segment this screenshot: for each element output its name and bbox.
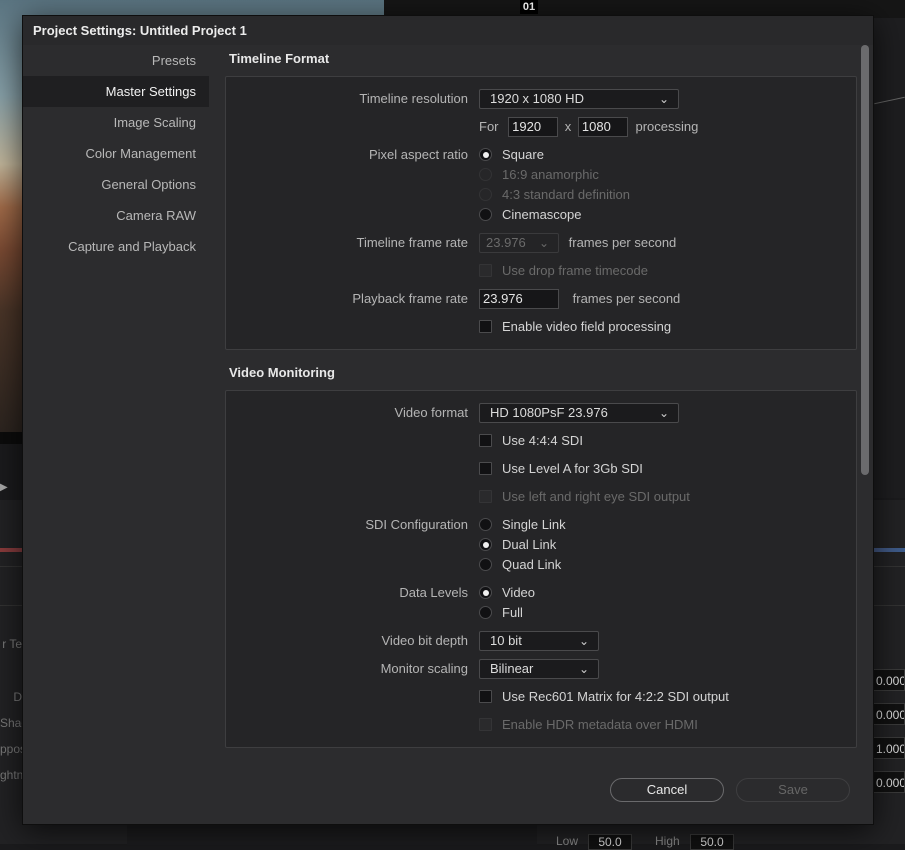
timeline-resolution-label: Timeline resolution bbox=[359, 91, 468, 106]
video-format-label: Video format bbox=[394, 405, 468, 420]
left-label: r Te bbox=[2, 637, 22, 651]
cancel-button[interactable]: Cancel bbox=[610, 778, 724, 802]
x-label: x bbox=[564, 119, 572, 134]
checkbox-icon bbox=[479, 264, 492, 278]
fps-label: frames per second bbox=[568, 235, 677, 250]
left-label: D bbox=[13, 690, 22, 704]
low-label: Low bbox=[556, 834, 579, 848]
sdi-single-link[interactable]: Single Link bbox=[479, 515, 566, 535]
bit-depth-label: Video bit depth bbox=[381, 633, 469, 648]
checkbox-icon[interactable] bbox=[479, 434, 492, 448]
checkbox-icon[interactable] bbox=[479, 462, 492, 476]
use444-checkbox[interactable]: Use 4:4:4 SDI bbox=[479, 431, 583, 451]
left-label: ghtn bbox=[0, 768, 22, 782]
radio-icon[interactable] bbox=[479, 208, 492, 222]
left-label: Shad bbox=[0, 716, 22, 730]
timecode-badge: 01 bbox=[520, 0, 538, 14]
radio-icon[interactable] bbox=[479, 558, 492, 572]
timeline-frame-rate-label: Timeline frame rate bbox=[356, 235, 469, 250]
chevron-down-icon: ⌄ bbox=[578, 662, 589, 676]
play-arrow-icon[interactable]: ▶ bbox=[0, 482, 8, 493]
sidebar-item-capture-playback[interactable]: Capture and Playback bbox=[23, 231, 209, 262]
section-title-timeline-format: Timeline Format bbox=[229, 51, 330, 66]
drop-frame-checkbox: Use drop frame timecode bbox=[479, 261, 648, 281]
checkbox-icon[interactable] bbox=[479, 320, 492, 334]
sidebar-item-image-scaling[interactable]: Image Scaling bbox=[23, 107, 209, 138]
value-field[interactable]: 1.000 bbox=[872, 737, 905, 759]
timeline-resolution-select[interactable]: 1920 x 1080 HD ⌄ bbox=[479, 89, 679, 109]
playback-fps-label: frames per second bbox=[572, 291, 681, 306]
resolution-width-input[interactable]: 1920 bbox=[508, 117, 559, 137]
sdi-quad-link[interactable]: Quad Link bbox=[479, 555, 561, 575]
monitor-scaling-select[interactable]: Bilinear ⌄ bbox=[479, 659, 599, 679]
dialog-title: Project Settings: Untitled Project 1 bbox=[23, 16, 873, 45]
right-graph-panel bbox=[872, 18, 905, 498]
processing-label: processing bbox=[635, 119, 699, 134]
sdi-dual-link[interactable]: Dual Link bbox=[479, 535, 556, 555]
radio-icon[interactable] bbox=[479, 606, 492, 620]
data-levels-full[interactable]: Full bbox=[479, 603, 523, 623]
checkbox-icon bbox=[479, 718, 492, 732]
rec601-checkbox[interactable]: Use Rec601 Matrix for 4:2:2 SDI output bbox=[479, 687, 729, 707]
for-label: For bbox=[479, 119, 499, 134]
playback-frame-rate-input[interactable]: 23.976 bbox=[479, 289, 559, 309]
pixel-aspect-4-3: 4:3 standard definition bbox=[479, 185, 630, 205]
sidebar-item-master-settings[interactable]: Master Settings bbox=[23, 76, 209, 107]
monitor-scaling-label: Monitor scaling bbox=[380, 661, 468, 676]
save-button: Save bbox=[736, 778, 850, 802]
high-label: High bbox=[655, 834, 680, 848]
bit-depth-select[interactable]: 10 bit ⌄ bbox=[479, 631, 599, 651]
radio-icon bbox=[479, 188, 492, 202]
pixel-aspect-label: Pixel aspect ratio bbox=[369, 147, 468, 162]
playback-frame-rate-label: Playback frame rate bbox=[352, 291, 468, 306]
chevron-down-icon: ⌄ bbox=[578, 634, 589, 648]
sidebar-item-camera-raw[interactable]: Camera RAW bbox=[23, 200, 209, 231]
value-field[interactable]: 0.000 bbox=[872, 669, 905, 691]
section-title-video-monitoring: Video Monitoring bbox=[229, 365, 335, 380]
pixel-aspect-cinemascope[interactable]: Cinemascope bbox=[479, 205, 582, 225]
sidebar-item-presets[interactable]: Presets bbox=[23, 45, 209, 76]
resolution-height-input[interactable]: 1080 bbox=[577, 117, 628, 137]
high-field[interactable]: 50.0 bbox=[690, 834, 734, 850]
sidebar-item-color-management[interactable]: Color Management bbox=[23, 138, 209, 169]
checkbox-icon bbox=[479, 490, 492, 504]
sidebar-item-general-options[interactable]: General Options bbox=[23, 169, 209, 200]
chevron-down-icon: ⌄ bbox=[658, 406, 669, 420]
sdi-config-label: SDI Configuration bbox=[365, 517, 468, 532]
radio-selected-icon[interactable] bbox=[479, 586, 492, 600]
radio-selected-icon[interactable] bbox=[479, 538, 492, 552]
left-label: ppos bbox=[0, 742, 22, 756]
hdr-metadata-checkbox: Enable HDR metadata over HDMI bbox=[479, 715, 698, 735]
field-processing-checkbox[interactable]: Enable video field processing bbox=[479, 317, 671, 337]
data-levels-video[interactable]: Video bbox=[479, 583, 535, 603]
data-levels-label: Data Levels bbox=[399, 585, 468, 600]
chevron-down-icon: ⌄ bbox=[538, 236, 549, 250]
settings-sidebar: Presets Master Settings Image Scaling Co… bbox=[23, 45, 209, 262]
value-field[interactable]: 0.000 bbox=[872, 703, 905, 725]
levela-checkbox[interactable]: Use Level A for 3Gb SDI bbox=[479, 459, 643, 479]
chevron-down-icon: ⌄ bbox=[658, 92, 669, 106]
pixel-aspect-square[interactable]: Square bbox=[479, 145, 544, 165]
low-field[interactable]: 50.0 bbox=[588, 834, 632, 850]
checkbox-icon[interactable] bbox=[479, 690, 492, 704]
radio-selected-icon[interactable] bbox=[479, 148, 492, 162]
eye-output-checkbox: Use left and right eye SDI output bbox=[479, 487, 690, 507]
video-monitoring-panel: Video format HD 1080PsF 23.976 ⌄ Use 4:4:… bbox=[225, 390, 857, 748]
settings-content: Timeline Format Timeline resolution 1920… bbox=[224, 45, 858, 775]
timeline-frame-rate-select: 23.976 ⌄ bbox=[479, 233, 559, 253]
value-field[interactable]: 0.000 bbox=[872, 771, 905, 793]
radio-icon bbox=[479, 168, 492, 182]
video-format-select[interactable]: HD 1080PsF 23.976 ⌄ bbox=[479, 403, 679, 423]
project-settings-dialog: Project Settings: Untitled Project 1 Pre… bbox=[22, 15, 874, 825]
radio-icon[interactable] bbox=[479, 518, 492, 532]
timeline-format-panel: Timeline resolution 1920 x 1080 HD ⌄ For … bbox=[225, 76, 857, 350]
pixel-aspect-anamorphic: 16:9 anamorphic bbox=[479, 165, 599, 185]
content-scrollbar[interactable] bbox=[861, 45, 869, 475]
